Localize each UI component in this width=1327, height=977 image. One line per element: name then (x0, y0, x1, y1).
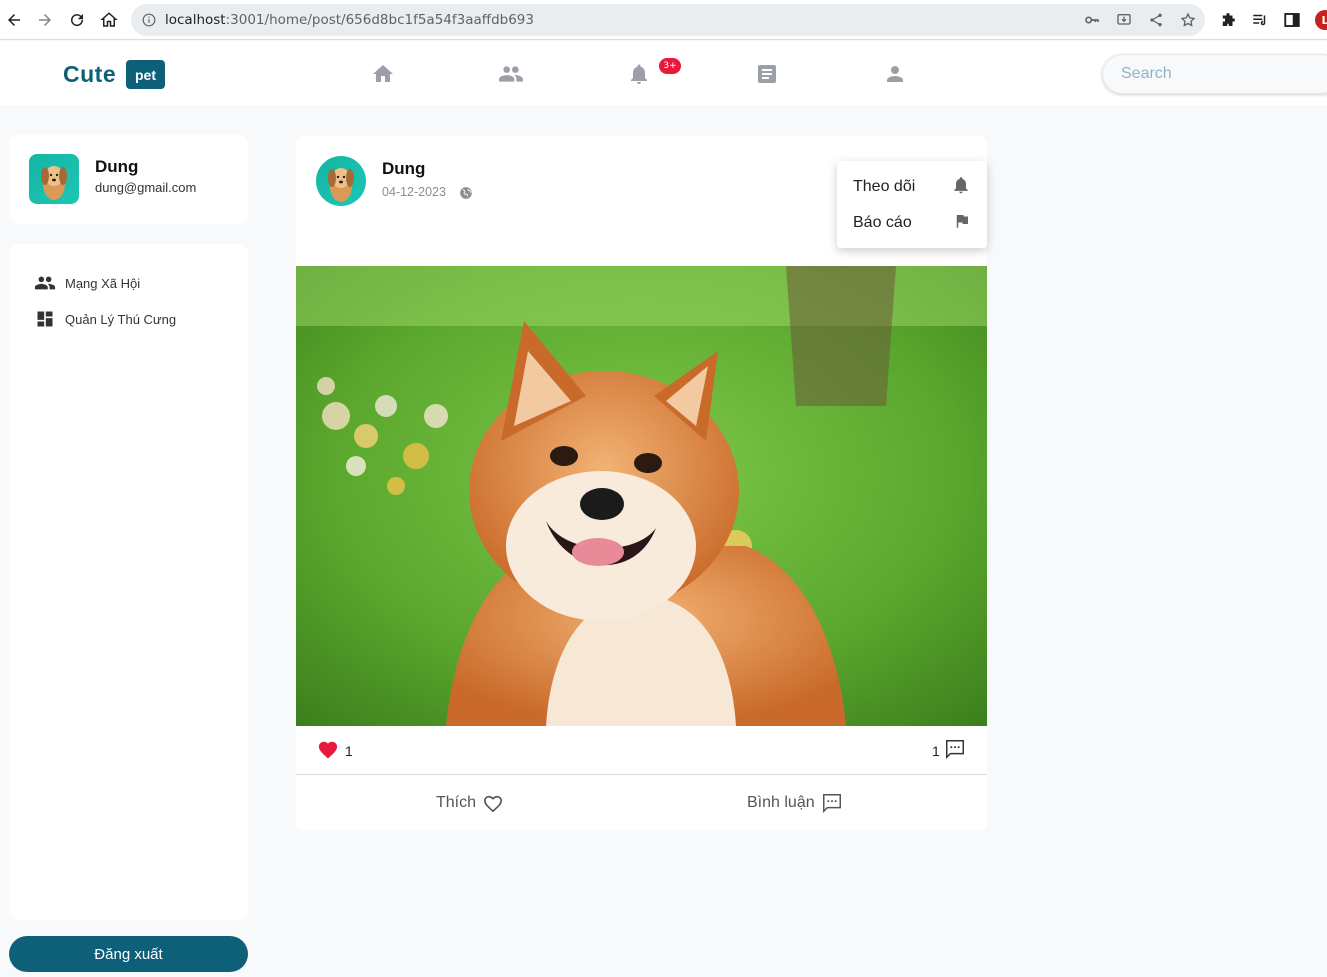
share-icon[interactable] (1148, 12, 1164, 28)
people-icon (34, 272, 56, 294)
profile-avatar-icon[interactable]: L (1315, 10, 1327, 30)
logo-badge[interactable]: pet (126, 60, 165, 89)
sidepanel-icon[interactable] (1282, 10, 1302, 30)
user-avatar[interactable] (29, 154, 79, 204)
post-author-avatar[interactable] (316, 156, 366, 206)
dropdown-item-follow[interactable]: Theo dõi (853, 175, 971, 199)
dropdown-item-label: Báo cáo (853, 214, 912, 231)
star-icon[interactable] (1180, 12, 1196, 28)
comment-count: 1 (932, 743, 940, 759)
comment-button[interactable]: Bình luận (747, 790, 843, 816)
search-input[interactable] (1102, 54, 1327, 94)
comment-summary[interactable]: 1 (932, 740, 966, 762)
url-text: localhost:3001/home/post/656d8bc1f5a54f3… (165, 12, 534, 28)
key-icon[interactable] (1084, 12, 1100, 28)
person-icon[interactable] (882, 61, 908, 87)
like-button[interactable]: Thích (436, 790, 504, 816)
address-bar[interactable]: localhost:3001/home/post/656d8bc1f5a54f3… (131, 4, 1205, 36)
back-icon[interactable] (2, 8, 26, 32)
profile-email: dung@gmail.com (95, 180, 197, 195)
media-icon[interactable] (1250, 10, 1270, 30)
comment-icon (944, 738, 966, 764)
post-author-name[interactable]: Dung (382, 159, 425, 179)
like-summary[interactable]: 1 (317, 740, 353, 762)
news-icon[interactable] (754, 61, 780, 87)
sidebar-item-pet-management[interactable]: Quản Lý Thú Cưng (34, 308, 176, 330)
like-button-label: Thích (436, 794, 477, 811)
home-icon[interactable] (370, 61, 396, 87)
divider (296, 774, 987, 775)
notification-badge: 3+ (659, 58, 681, 74)
comment-icon (821, 792, 843, 814)
dropdown-item-label: Theo dõi (853, 178, 916, 195)
sidebar-item-label: Quản Lý Thú Cưng (65, 311, 177, 327)
sidebar-menu (9, 244, 248, 920)
extensions-icon[interactable] (1218, 10, 1238, 30)
logout-button[interactable]: Đăng xuất (9, 936, 248, 972)
forward-icon[interactable] (33, 8, 57, 32)
heart-outline-icon (482, 793, 504, 813)
flag-icon (953, 212, 971, 234)
bell-icon (951, 175, 971, 199)
friends-icon[interactable] (498, 61, 524, 87)
sidebar-item-label: Mạng Xã Hội (65, 275, 141, 291)
comment-button-label: Bình luận (747, 794, 815, 811)
post-image[interactable] (296, 266, 987, 726)
globe-icon (459, 185, 473, 199)
info-icon[interactable] (141, 12, 157, 28)
reload-icon[interactable] (65, 8, 89, 32)
post-date: 04-12-2023 (382, 185, 446, 199)
bell-icon[interactable] (626, 61, 652, 87)
home-browser-icon[interactable] (97, 8, 121, 32)
like-count: 1 (345, 743, 353, 759)
dropdown-item-report[interactable]: Báo cáo (853, 211, 971, 235)
post-options-dropdown: Theo dõi Báo cáo (837, 161, 987, 248)
heart-filled-icon (317, 739, 339, 763)
install-icon[interactable] (1116, 12, 1132, 28)
browser-toolbar: localhost:3001/home/post/656d8bc1f5a54f3… (0, 0, 1327, 40)
dashboard-icon (34, 308, 56, 330)
sidebar-item-social[interactable]: Mạng Xã Hội (34, 272, 140, 294)
profile-name[interactable]: Dung (95, 157, 138, 177)
logo-text[interactable]: Cute (63, 61, 116, 88)
